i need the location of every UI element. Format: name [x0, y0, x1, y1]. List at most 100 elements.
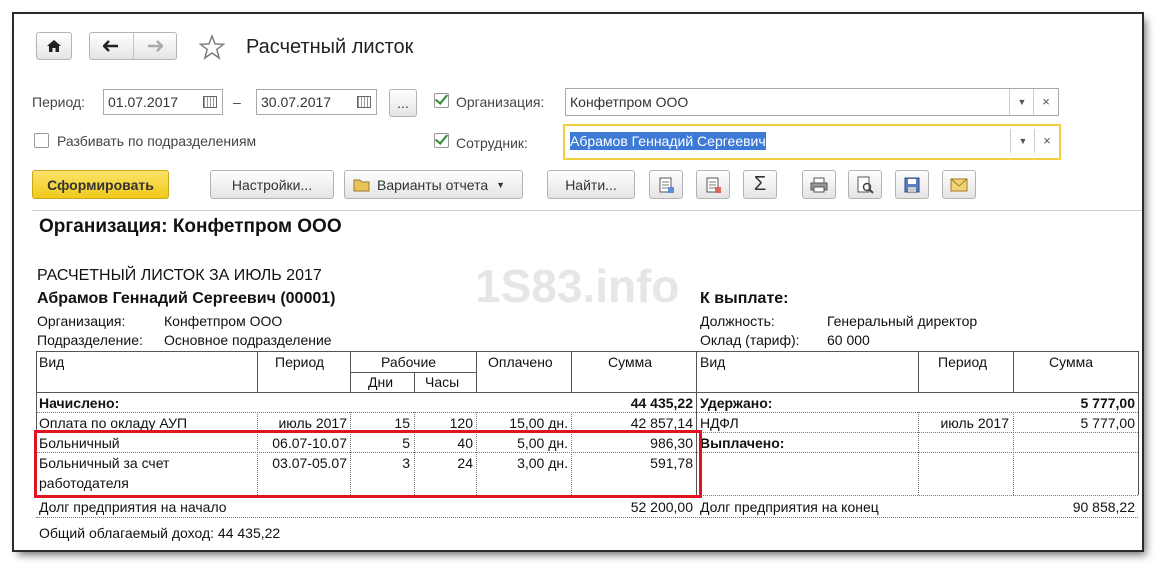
clear-icon[interactable]: × [1034, 129, 1059, 153]
forward-button[interactable] [134, 33, 177, 59]
report-title: РАСЧЕТНЫЙ ЛИСТОК ЗА ИЮЛЬ 2017 [37, 267, 322, 284]
date-from-field[interactable]: 01.07.2017 [103, 89, 223, 115]
watermark: 1S83.info [475, 260, 680, 312]
organization-field[interactable]: Конфетпром ООО ▼ × [565, 88, 1059, 116]
employee-value: Абрамов Геннадий Сергеевич [570, 132, 766, 150]
date-to-value: 30.07.2017 [261, 94, 332, 110]
col-border [350, 351, 351, 392]
row1-period: июль 2017 [278, 415, 347, 431]
chevron-down-icon[interactable]: ▼ [1010, 129, 1035, 153]
home-icon [47, 40, 61, 52]
org-field-value: Конфетпром ООО [164, 313, 283, 329]
row1-hours: 120 [449, 415, 473, 431]
row1-sum: 42 857,14 [630, 415, 693, 431]
find-button[interactable]: Найти... [547, 170, 635, 199]
header-hours: Часы [425, 374, 460, 390]
col-border [918, 351, 919, 392]
position-value: Генеральный директор [827, 313, 978, 329]
accrued-label: Начислено: [39, 395, 120, 411]
favorite-star[interactable] [198, 34, 226, 60]
organization-value: Конфетпром ООО [570, 94, 689, 110]
expand-groups-button[interactable] [649, 170, 683, 199]
period-select-button[interactable]: ... [389, 89, 417, 117]
taxable-income: Общий облагаемый доход: 44 435,22 [39, 525, 281, 541]
col-border [476, 351, 477, 392]
report-org-header: Организация: Конфетпром ООО [39, 216, 342, 237]
printer-icon [810, 177, 828, 192]
debt-end-label: Долг предприятия на конец [700, 499, 879, 515]
date-to-field[interactable]: 30.07.2017 [256, 89, 377, 115]
row1-vid: Оплата по окладу АУП [39, 415, 188, 431]
dept-label: Подразделение: [37, 332, 143, 348]
app-window: Расчетный листок Период: 01.07.2017 – 30… [14, 14, 1142, 550]
debt-start-label: Долг предприятия на начало [39, 499, 227, 515]
to-pay-label: К выплате: [700, 290, 789, 307]
folder-icon [353, 179, 370, 191]
employee-name: Абрамов Геннадий Сергеевич (00001) [37, 290, 336, 307]
floppy-disk-icon [904, 177, 920, 192]
position-label: Должность: [700, 313, 775, 329]
collapse-groups-icon [706, 177, 721, 193]
date-from-value: 01.07.2017 [108, 94, 179, 110]
save-button[interactable] [895, 170, 929, 199]
send-email-button[interactable] [942, 170, 976, 199]
withheld-label: Удержано: [700, 395, 773, 411]
settings-button[interactable]: Настройки... [210, 170, 334, 199]
window-title: Расчетный листок [246, 36, 414, 58]
row-line [36, 412, 1138, 413]
split-by-department-checkbox[interactable] [34, 133, 49, 148]
employee-checkbox[interactable] [434, 131, 449, 148]
chevron-down-icon[interactable]: ▼ [1009, 89, 1034, 115]
row-line [36, 517, 1138, 518]
debt-end-value: 90 858,22 [1072, 499, 1135, 515]
col-border [571, 351, 572, 392]
org-field-label: Организация: [37, 313, 126, 329]
header-period-2: Период [938, 354, 988, 370]
header-days: Дни [368, 374, 394, 390]
generate-button[interactable]: Сформировать [32, 170, 169, 199]
highlight-box [34, 430, 702, 498]
deduction1-sum: 5 777,00 [1080, 415, 1136, 431]
col-border [1138, 351, 1139, 495]
employee-field[interactable]: Абрамов Геннадий Сергеевич ▼ × [563, 124, 1061, 160]
organization-checkbox[interactable] [434, 91, 449, 108]
row1-days: 15 [394, 415, 410, 431]
employee-label: Сотрудник: [456, 135, 528, 151]
header-vid-2: Вид [700, 354, 726, 370]
salary-value: 60 000 [827, 332, 870, 348]
star-icon [198, 34, 226, 60]
clear-icon[interactable]: × [1033, 89, 1058, 115]
preview-button[interactable] [848, 170, 882, 199]
header-sub-line [350, 372, 476, 373]
paid-out-label: Выплачено: [700, 435, 785, 451]
header-work: Рабочие [381, 354, 437, 370]
deduction1-period: июль 2017 [940, 415, 1009, 431]
sum-button[interactable]: Σ [743, 170, 777, 199]
salary-label: Оклад (тариф): [700, 332, 800, 348]
print-button[interactable] [802, 170, 836, 199]
home-button[interactable] [36, 32, 72, 60]
calendar-icon[interactable] [198, 90, 222, 114]
header-paid: Оплачено [488, 354, 553, 370]
col-border [1013, 351, 1014, 392]
calendar-icon[interactable] [352, 90, 376, 114]
collapse-groups-button[interactable] [696, 170, 730, 199]
back-forward-group [89, 32, 177, 60]
header-vid: Вид [39, 354, 65, 370]
back-button[interactable] [90, 33, 134, 59]
organization-label: Организация: [456, 94, 545, 110]
col-border [414, 372, 415, 392]
split-by-department-label: Разбивать по подразделениям [57, 133, 257, 149]
sigma-icon: Σ [753, 173, 767, 195]
report-document: 1S83.info Организация: Конфетпром ООО РА… [32, 210, 1142, 550]
report-variants-button[interactable]: Варианты отчета ▼ [344, 170, 523, 199]
envelope-icon [950, 178, 968, 191]
period-label: Период: [32, 94, 85, 110]
arrow-right-icon [147, 40, 163, 52]
ellipsis-label: ... [397, 95, 409, 111]
deduction1-vid: НДФЛ [700, 415, 739, 431]
header-sum-2: Сумма [1049, 354, 1093, 370]
chevron-down-icon: ▼ [496, 179, 506, 190]
preview-icon [857, 176, 874, 194]
header-period: Период [275, 354, 325, 370]
